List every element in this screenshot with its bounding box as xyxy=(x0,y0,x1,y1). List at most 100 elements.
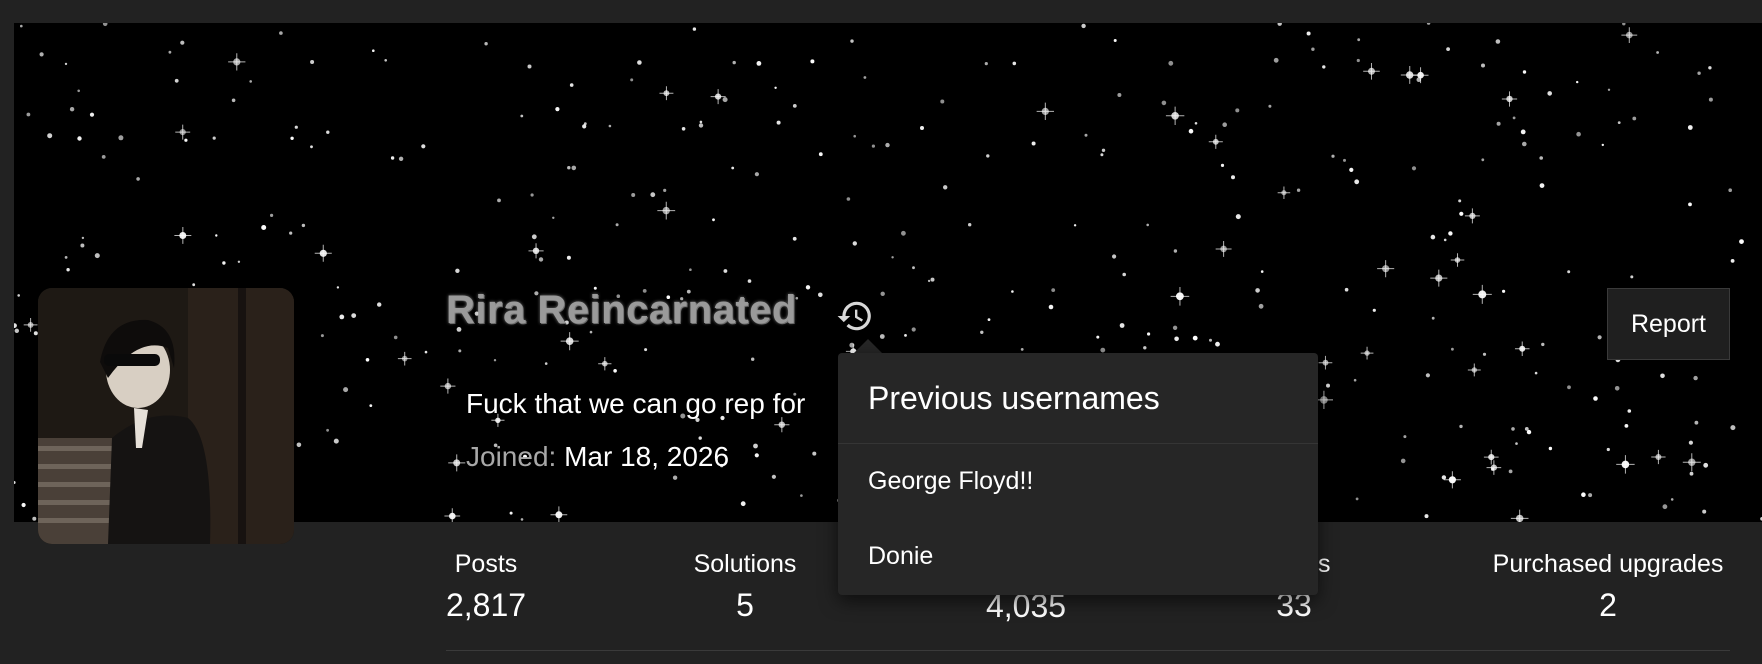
star xyxy=(555,107,560,112)
stat-label: Solutions xyxy=(693,550,797,578)
star xyxy=(1708,97,1713,102)
star xyxy=(776,120,781,125)
star-sparkle xyxy=(1621,27,1638,44)
star xyxy=(1688,440,1693,445)
star xyxy=(1100,347,1106,353)
star-sparkle xyxy=(1514,341,1530,357)
star-sparkle xyxy=(528,243,544,259)
star xyxy=(1344,287,1349,292)
star xyxy=(1424,514,1429,519)
star xyxy=(1481,63,1485,68)
star xyxy=(351,313,357,318)
star xyxy=(1416,77,1422,82)
star xyxy=(372,49,375,52)
star-sparkle xyxy=(1430,269,1448,287)
stat-purchased-upgrades[interactable]: Purchased upgrades 2 xyxy=(1486,550,1730,624)
star xyxy=(1430,234,1436,240)
star xyxy=(1192,335,1198,341)
star xyxy=(1541,342,1545,347)
star xyxy=(458,349,462,353)
star xyxy=(301,223,306,228)
star xyxy=(26,112,31,117)
star xyxy=(530,193,534,197)
star-sparkle xyxy=(710,89,726,105)
star xyxy=(927,279,931,283)
star xyxy=(891,256,894,259)
star xyxy=(1697,71,1701,75)
star xyxy=(1255,288,1260,293)
star xyxy=(1343,158,1346,162)
stat-solutions[interactable]: Solutions 5 xyxy=(684,550,806,624)
star xyxy=(771,474,777,479)
previous-usernames-popover: Previous usernames George Floyd!! Donie xyxy=(838,353,1318,595)
star xyxy=(136,177,140,181)
star xyxy=(1728,188,1732,192)
star xyxy=(1073,224,1077,227)
report-button[interactable]: Report xyxy=(1607,288,1730,360)
star xyxy=(1576,80,1579,84)
star xyxy=(812,451,817,456)
star xyxy=(365,358,370,362)
star xyxy=(377,302,382,307)
star xyxy=(333,438,339,444)
previous-username-item[interactable]: George Floyd!! xyxy=(838,444,1318,519)
stat-value: 2,817 xyxy=(445,587,527,623)
star-sparkle xyxy=(175,124,191,140)
star xyxy=(326,130,330,134)
star xyxy=(1356,58,1360,63)
star xyxy=(1147,332,1151,336)
star xyxy=(1662,504,1668,510)
star xyxy=(805,285,811,290)
star xyxy=(698,436,702,440)
star xyxy=(747,279,752,283)
star xyxy=(393,335,398,340)
history-icon[interactable] xyxy=(836,297,874,335)
star xyxy=(911,327,916,332)
profile-username: Rira Reincarnated xyxy=(446,288,797,332)
star xyxy=(1593,396,1598,401)
star-sparkle xyxy=(448,454,466,472)
star xyxy=(1481,158,1485,162)
star xyxy=(637,60,642,65)
star xyxy=(1431,316,1435,320)
stat-posts[interactable]: Posts 2,817 xyxy=(434,550,538,624)
star xyxy=(630,78,634,82)
star-sparkle xyxy=(1036,102,1055,121)
star xyxy=(14,481,16,484)
star xyxy=(1231,175,1235,180)
star xyxy=(1306,31,1311,36)
star xyxy=(1614,386,1620,391)
star xyxy=(792,104,797,108)
star xyxy=(509,511,513,515)
star xyxy=(552,216,555,219)
avatar[interactable] xyxy=(38,288,294,544)
star xyxy=(672,475,678,480)
star xyxy=(810,59,815,64)
star xyxy=(698,123,704,128)
star xyxy=(310,145,313,149)
popover-arrow xyxy=(854,339,882,353)
star xyxy=(567,166,571,170)
star xyxy=(17,294,20,297)
star xyxy=(1632,116,1637,121)
star-sparkle xyxy=(1483,449,1499,465)
star xyxy=(846,197,851,201)
star-sparkle xyxy=(314,244,332,262)
star xyxy=(1220,163,1225,167)
star xyxy=(984,62,988,66)
star xyxy=(1012,61,1017,66)
star xyxy=(1656,51,1659,54)
star xyxy=(631,193,636,197)
star xyxy=(14,328,19,333)
star xyxy=(326,428,329,432)
star-sparkle xyxy=(1510,509,1529,522)
star xyxy=(1273,57,1279,63)
previous-username-item[interactable]: Donie xyxy=(838,519,1318,594)
star xyxy=(818,292,823,298)
star xyxy=(1708,66,1712,70)
star xyxy=(1459,211,1464,216)
star xyxy=(77,136,82,141)
star xyxy=(1588,493,1593,498)
star xyxy=(1172,325,1178,330)
star xyxy=(47,133,53,139)
